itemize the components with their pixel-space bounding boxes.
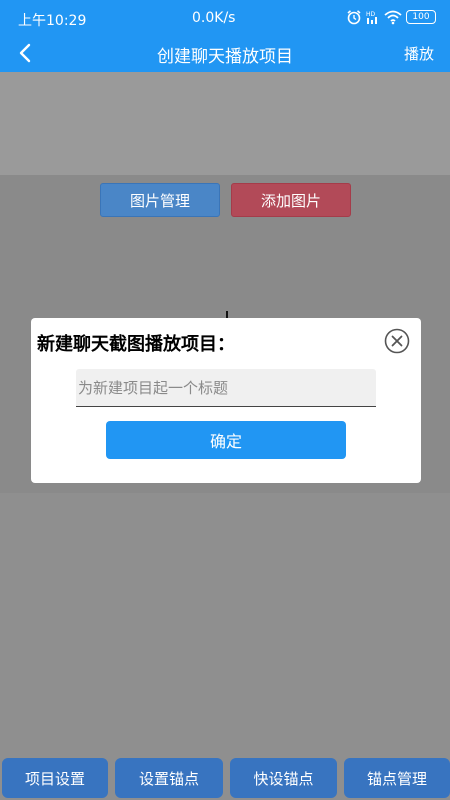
close-icon[interactable] [384,328,410,354]
svg-text:HD: HD [366,11,376,18]
hd-icon: HD [366,11,377,24]
anchor-manage-button[interactable]: 锚点管理 [344,758,450,798]
alarm-icon [347,10,361,25]
dialog-title: 新建聊天截图播放项目： [37,334,235,355]
status-time: 上午10:29 [18,13,87,29]
add-image-button[interactable]: 添加图片 [231,183,351,217]
bottom-toolbar: 项目设置 设置锚点 快设锚点 锚点管理 [0,758,450,800]
project-settings-button[interactable]: 项目设置 [2,758,108,798]
page-title: 创建聊天播放项目 [157,47,293,67]
status-bar: 上午10:29 0.0K/s HD 100 [0,0,450,36]
battery-icon: 100 [406,10,436,24]
preview-area [0,72,450,175]
image-manage-button[interactable]: 图片管理 [100,183,220,217]
network-speed: 0.0K/s [192,10,236,26]
status-icons: HD 100 [346,9,436,25]
quick-anchor-button[interactable]: 快设锚点 [230,758,337,798]
set-anchor-button[interactable]: 设置锚点 [115,758,223,798]
play-button[interactable]: 播放 [404,43,434,64]
wifi-icon [384,10,402,25]
title-input-wrapper [76,369,376,407]
confirm-button[interactable]: 确定 [106,421,346,459]
new-project-dialog: 新建聊天截图播放项目： 确定 [31,318,421,483]
app-header: 创建聊天播放项目 播放 [0,36,450,72]
project-title-input[interactable] [76,369,376,406]
